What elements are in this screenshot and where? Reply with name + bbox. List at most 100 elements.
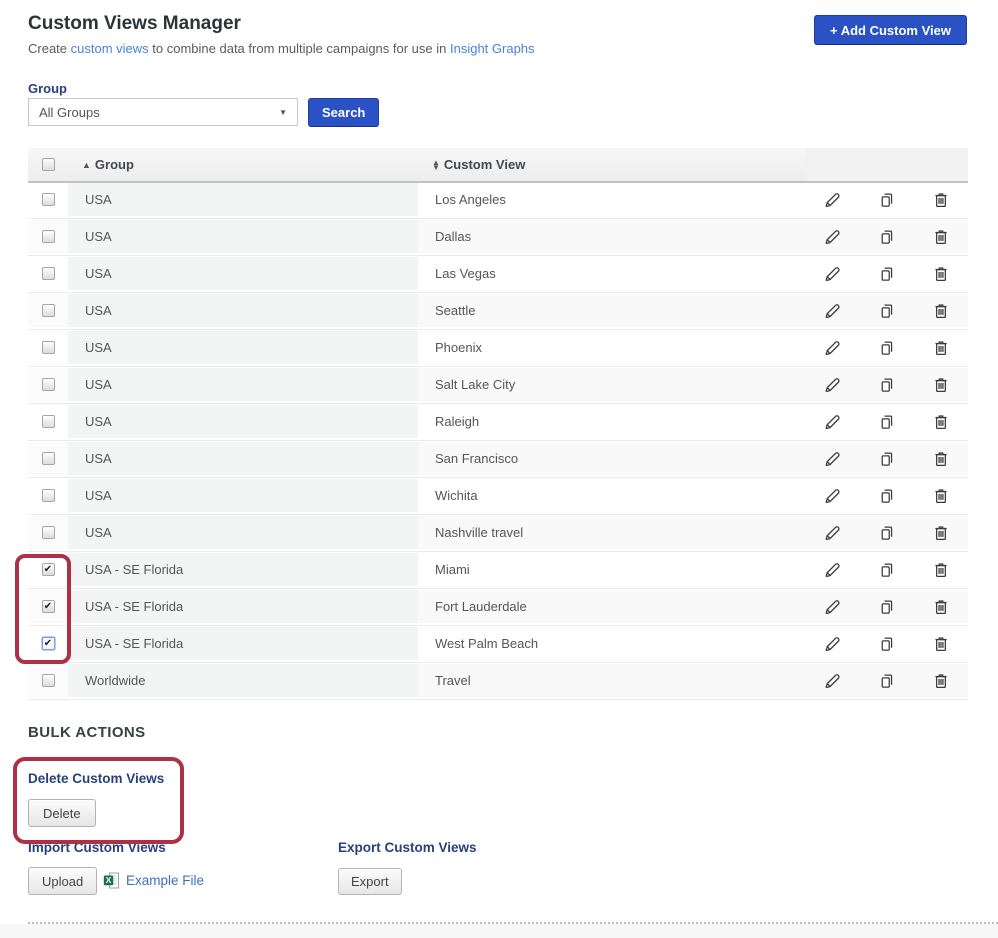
copy-button[interactable]: [859, 257, 914, 290]
row-view: Las Vegas: [418, 257, 805, 290]
example-file-link[interactable]: X Example File: [103, 872, 204, 889]
upload-button[interactable]: Upload: [28, 867, 97, 895]
trash-icon: [932, 524, 950, 542]
row-view: Nashville travel: [418, 516, 805, 549]
row-checkbox-cell[interactable]: [28, 627, 68, 660]
row-checkbox-cell[interactable]: [28, 220, 68, 253]
delete-row-button[interactable]: [914, 442, 968, 475]
delete-row-button[interactable]: [914, 553, 968, 586]
edit-button[interactable]: [805, 257, 859, 290]
row-checkbox[interactable]: [42, 230, 55, 243]
row-checkbox-cell[interactable]: [28, 183, 68, 216]
group-select[interactable]: All Groups ▼: [28, 98, 298, 126]
select-all-checkbox[interactable]: [42, 158, 55, 171]
page-subtitle: Create custom views to combine data from…: [28, 41, 535, 56]
row-checkbox[interactable]: [42, 378, 55, 391]
delete-row-button[interactable]: [914, 627, 968, 660]
row-checkbox-cell[interactable]: [28, 664, 68, 697]
row-checkbox[interactable]: [42, 563, 55, 576]
search-button[interactable]: Search: [308, 98, 379, 127]
custom-view-column-header[interactable]: ▲▼ Custom View: [418, 148, 805, 181]
copy-button[interactable]: [859, 590, 914, 623]
delete-row-button[interactable]: [914, 257, 968, 290]
custom-view-column-label: Custom View: [444, 157, 525, 172]
delete-row-button[interactable]: [914, 183, 968, 216]
edit-button[interactable]: [805, 590, 859, 623]
row-checkbox-cell[interactable]: [28, 479, 68, 512]
row-checkbox[interactable]: [42, 489, 55, 502]
edit-button[interactable]: [805, 664, 859, 697]
delete-row-button[interactable]: [914, 405, 968, 438]
copy-button[interactable]: [859, 294, 914, 327]
edit-button[interactable]: [805, 442, 859, 475]
row-checkbox-cell[interactable]: [28, 368, 68, 401]
copy-button[interactable]: [859, 627, 914, 660]
row-checkbox[interactable]: [42, 193, 55, 206]
copy-icon: [878, 191, 896, 209]
group-column-header[interactable]: ▲ Group: [68, 148, 418, 181]
row-checkbox-cell[interactable]: [28, 294, 68, 327]
row-checkbox[interactable]: [42, 637, 55, 650]
row-checkbox-cell[interactable]: [28, 442, 68, 475]
delete-row-button[interactable]: [914, 664, 968, 697]
row-checkbox[interactable]: [42, 452, 55, 465]
row-view: Wichita: [418, 479, 805, 512]
row-checkbox-cell[interactable]: [28, 405, 68, 438]
edit-button[interactable]: [805, 368, 859, 401]
edit-button[interactable]: [805, 331, 859, 364]
edit-button[interactable]: [805, 479, 859, 512]
copy-button[interactable]: [859, 516, 914, 549]
delete-row-button[interactable]: [914, 220, 968, 253]
table-row: USA Las Vegas: [28, 257, 968, 290]
row-checkbox-cell[interactable]: [28, 590, 68, 623]
copy-button[interactable]: [859, 405, 914, 438]
table-row: USA - SE Florida West Palm Beach: [28, 627, 968, 660]
edit-button[interactable]: [805, 183, 859, 216]
row-checkbox-cell[interactable]: [28, 516, 68, 549]
delete-row-button[interactable]: [914, 368, 968, 401]
copy-button[interactable]: [859, 220, 914, 253]
edit-button[interactable]: [805, 220, 859, 253]
bulk-actions-heading: BULK ACTIONS: [28, 724, 146, 741]
insight-graphs-link[interactable]: Insight Graphs: [450, 41, 535, 56]
row-checkbox-cell[interactable]: [28, 553, 68, 586]
row-checkbox[interactable]: [42, 526, 55, 539]
edit-button[interactable]: [805, 294, 859, 327]
row-checkbox[interactable]: [42, 304, 55, 317]
trash-icon: [932, 265, 950, 283]
edit-button[interactable]: [805, 516, 859, 549]
export-button[interactable]: Export: [338, 868, 402, 895]
copy-button[interactable]: [859, 664, 914, 697]
edit-button[interactable]: [805, 553, 859, 586]
table-row: USA - SE Florida Fort Lauderdale: [28, 590, 968, 623]
row-checkbox[interactable]: [42, 674, 55, 687]
edit-button[interactable]: [805, 627, 859, 660]
table-header: ▲ Group ▲▼ Custom View: [28, 148, 968, 183]
actions-column-header: [859, 148, 914, 181]
row-checkbox[interactable]: [42, 600, 55, 613]
row-checkbox[interactable]: [42, 267, 55, 280]
copy-button[interactable]: [859, 331, 914, 364]
copy-button[interactable]: [859, 553, 914, 586]
copy-button[interactable]: [859, 479, 914, 512]
row-checkbox-cell[interactable]: [28, 257, 68, 290]
copy-button[interactable]: [859, 183, 914, 216]
delete-row-button[interactable]: [914, 294, 968, 327]
custom-views-link[interactable]: custom views: [71, 41, 149, 56]
delete-row-button[interactable]: [914, 590, 968, 623]
row-checkbox[interactable]: [42, 415, 55, 428]
row-checkbox[interactable]: [42, 341, 55, 354]
row-group: USA - SE Florida: [68, 590, 418, 623]
pencil-icon: [823, 302, 841, 320]
delete-row-button[interactable]: [914, 516, 968, 549]
delete-button[interactable]: Delete: [28, 799, 96, 827]
row-checkbox-cell[interactable]: [28, 331, 68, 364]
delete-row-button[interactable]: [914, 479, 968, 512]
copy-button[interactable]: [859, 368, 914, 401]
delete-row-button[interactable]: [914, 331, 968, 364]
edit-button[interactable]: [805, 405, 859, 438]
import-custom-views-heading: Import Custom Views: [28, 840, 166, 855]
copy-button[interactable]: [859, 442, 914, 475]
add-custom-view-button[interactable]: + Add Custom View: [814, 15, 967, 45]
select-all-checkbox-cell[interactable]: [28, 148, 68, 181]
